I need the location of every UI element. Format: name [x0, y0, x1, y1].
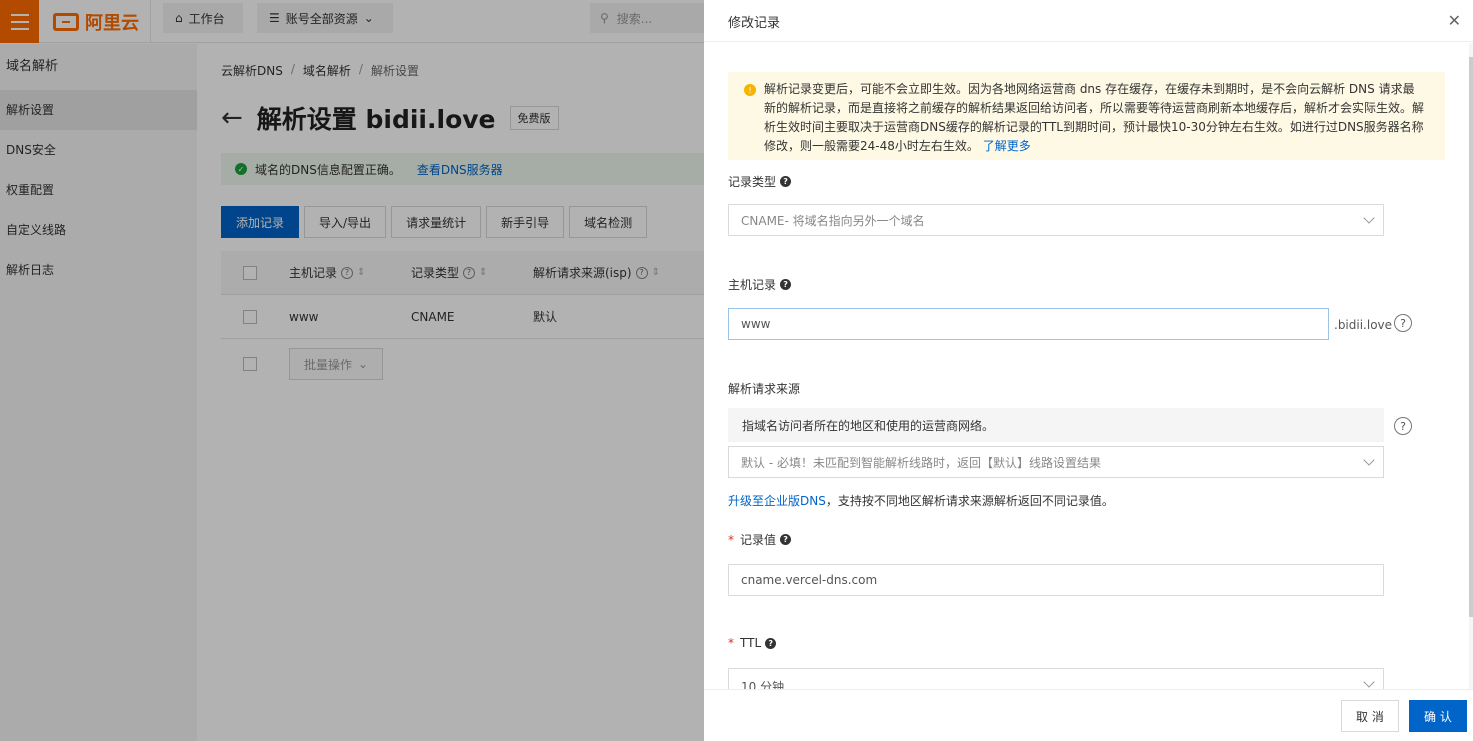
- cancel-button[interactable]: 取 消: [1341, 700, 1399, 732]
- record-type-value: CNAME- 将域名指向另外一个域名: [741, 213, 925, 228]
- confirm-button[interactable]: 确 认: [1409, 700, 1467, 732]
- source-value: 默认 - 必填！未匹配到智能解析线路时，返回【默认】线路设置结果: [741, 455, 1101, 470]
- warning-notice: ! 解析记录变更后，可能不会立即生效。因为各地网络运营商 dns 存在缓存，在缓…: [728, 72, 1445, 160]
- chevron-down-icon: [1363, 454, 1375, 466]
- required-marker: *: [728, 636, 734, 650]
- warning-text: 解析记录变更后，可能不会立即生效。因为各地网络运营商 dns 存在缓存，在缓存未…: [764, 82, 1425, 153]
- help-icon[interactable]: ?: [1394, 417, 1412, 435]
- drawer-footer: 取 消 确 认: [704, 689, 1473, 741]
- host-label: 主机记录 ?: [728, 276, 792, 293]
- help-icon[interactable]: ?: [1394, 314, 1412, 332]
- modal-overlay[interactable]: [0, 0, 704, 741]
- record-type-select[interactable]: CNAME- 将域名指向另外一个域名: [728, 204, 1384, 236]
- record-value: cname.vercel-dns.com: [741, 573, 878, 587]
- source-label: 解析请求来源: [728, 382, 801, 396]
- record-type-label: 记录类型 ?: [728, 173, 792, 190]
- source-description: 指域名访问者所在的地区和使用的运营商网络。: [728, 408, 1384, 442]
- help-icon[interactable]: ?: [780, 176, 792, 187]
- ttl-label: * TTL ?: [728, 636, 777, 650]
- edit-record-drawer: 修改记录 ✕ ! 解析记录变更后，可能不会立即生效。因为各地网络运营商 dns …: [704, 0, 1473, 741]
- label-text: 记录值: [740, 533, 777, 547]
- host-value: www: [741, 317, 771, 331]
- warning-icon: !: [744, 84, 756, 96]
- label-text: 记录类型: [728, 175, 777, 189]
- upgrade-link[interactable]: 升级至企业版DNS: [728, 494, 826, 508]
- record-value-input[interactable]: cname.vercel-dns.com: [728, 564, 1384, 596]
- help-icon[interactable]: ?: [780, 279, 792, 290]
- chevron-down-icon: [1363, 676, 1375, 688]
- close-icon[interactable]: ✕: [1448, 11, 1461, 30]
- required-marker: *: [728, 532, 734, 547]
- learn-more-link[interactable]: 了解更多: [983, 139, 1031, 153]
- upgrade-hint: 升级至企业版DNS，支持按不同地区解析请求来源解析返回不同记录值。: [728, 492, 1114, 509]
- host-suffix: .bidii.love: [1334, 318, 1393, 332]
- drawer-header: 修改记录 ✕: [704, 0, 1473, 42]
- host-input[interactable]: www: [728, 308, 1329, 340]
- record-value-label: * 记录值 ?: [728, 531, 792, 548]
- help-icon[interactable]: ?: [780, 534, 792, 545]
- label-text: TTL: [740, 636, 762, 650]
- chevron-down-icon: [1363, 212, 1375, 224]
- source-select[interactable]: 默认 - 必填！未匹配到智能解析线路时，返回【默认】线路设置结果: [728, 446, 1384, 478]
- help-icon[interactable]: ?: [765, 637, 777, 649]
- upgrade-text: ，支持按不同地区解析请求来源解析返回不同记录值。: [825, 494, 1114, 508]
- label-text: 主机记录: [728, 278, 777, 292]
- scrollbar[interactable]: [1469, 43, 1473, 689]
- drawer-title: 修改记录: [728, 16, 781, 31]
